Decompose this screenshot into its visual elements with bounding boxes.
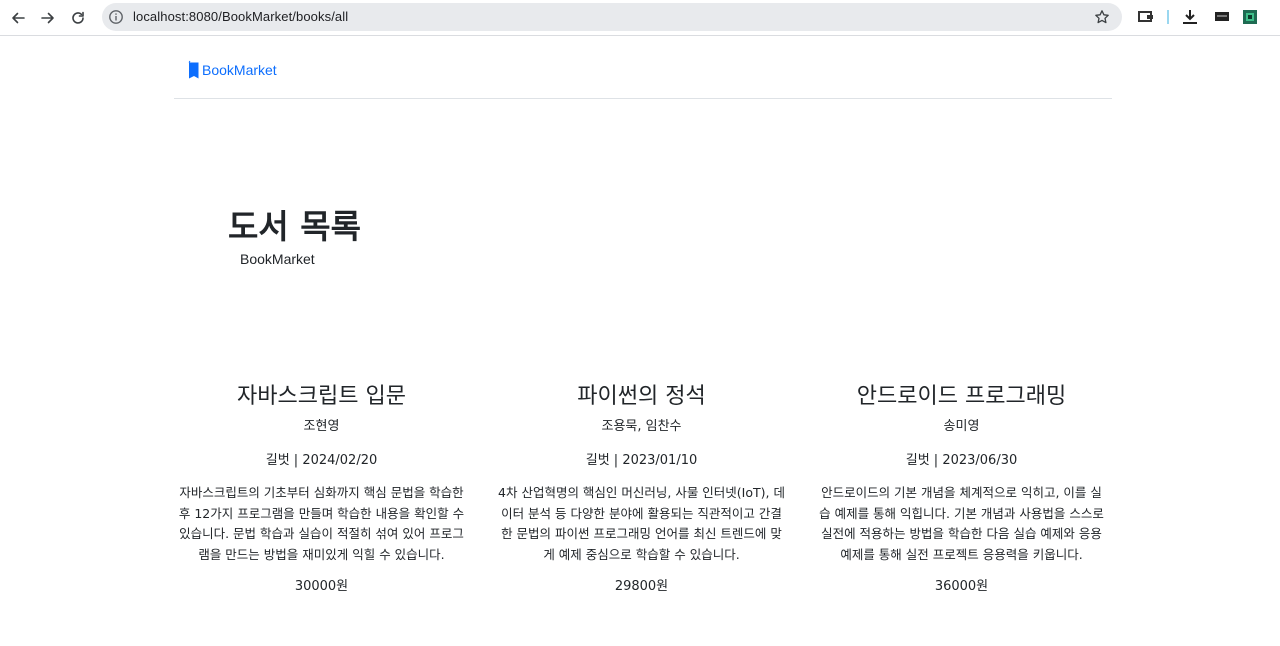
book-publisher-date: 길벗 | 2024/02/20 (265, 453, 378, 468)
brand-link[interactable]: BookMarket (187, 60, 277, 80)
site-info-icon[interactable] (108, 9, 124, 25)
page-subtitle: BookMarket (240, 251, 315, 267)
book-publisher-date: 길벗 | 2023/01/10 (585, 453, 698, 468)
reload-icon (72, 11, 84, 24)
book-title: 안드로이드 프로그래밍 (856, 384, 1067, 409)
book-description: 자바스크립트의 기초부터 심화까지 핵심 문법을 학습한 후 12가지 프로그램… (178, 485, 465, 562)
extension-icon[interactable] (1214, 9, 1230, 25)
book-card: 자바스크립트 입문 조현영 길벗 | 2024/02/20 자바스크립트의 기초… (174, 380, 469, 597)
download-icon[interactable] (1182, 9, 1198, 25)
profile-avatar-icon[interactable] (1242, 9, 1258, 25)
book-price: 29800원 (614, 579, 669, 594)
book-description: 4차 산업혁명의 핵심인 머신러닝, 사물 인터넷(IoT), 데이터 분석 등… (498, 485, 785, 562)
arrow-left-icon (12, 12, 25, 24)
brand-name: BookMarket (202, 62, 277, 78)
book-publisher-date: 길벗 | 2023/06/30 (905, 453, 1018, 468)
book-author: 조현영 (303, 419, 340, 434)
forward-button[interactable] (36, 6, 60, 30)
book-description: 안드로이드의 기본 개념을 체계적으로 익히고, 이를 실습 예제를 통해 익힙… (819, 485, 1104, 562)
back-button[interactable] (6, 6, 30, 30)
book-title: 자바스크립트 입문 (237, 384, 406, 409)
site-header: BookMarket (174, 37, 1112, 99)
page-title: 도서 목록 (228, 207, 361, 246)
url-text[interactable]: localhost:8080/BookMarket/books/all (133, 9, 348, 24)
address-bar[interactable]: localhost:8080/BookMarket/books/all (102, 3, 1122, 31)
book-card: 안드로이드 프로그래밍 송미영 길벗 | 2023/06/30 안드로이드의 기… (814, 380, 1109, 597)
reload-button[interactable] (66, 6, 90, 30)
book-title: 파이썬의 정석 (577, 384, 706, 409)
extension-icon[interactable] (1162, 9, 1178, 25)
book-price: 36000원 (934, 579, 989, 594)
extension-icon[interactable] (1138, 9, 1154, 25)
book-card: 파이썬의 정석 조용묵, 임찬수 길벗 | 2023/01/10 4차 산업혁명… (494, 380, 789, 597)
book-icon (188, 60, 199, 79)
book-price: 30000원 (294, 579, 349, 594)
browser-toolbar: localhost:8080/BookMarket/books/all (0, 0, 1280, 36)
star-outline-icon[interactable] (1094, 9, 1110, 25)
book-list: 자바스크립트 입문 조현영 길벗 | 2024/02/20 자바스크립트의 기초… (174, 380, 1134, 597)
arrow-right-icon (41, 12, 54, 24)
book-author: 조용묵, 임찬수 (601, 419, 682, 434)
book-author: 송미영 (943, 419, 980, 434)
